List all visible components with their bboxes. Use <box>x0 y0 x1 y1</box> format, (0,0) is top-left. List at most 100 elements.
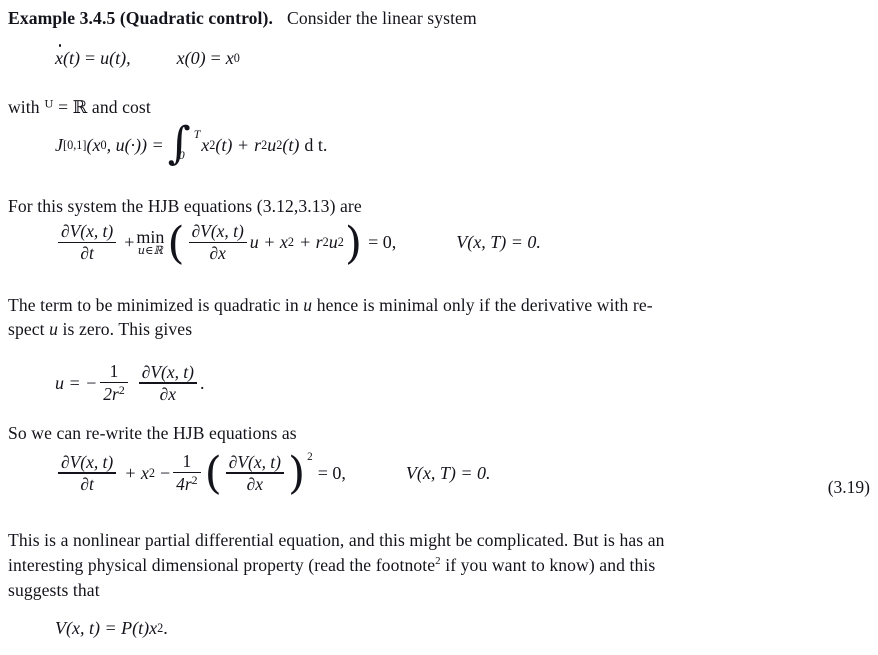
fraction-dV-dx: ∂V(x, t) ∂x <box>138 361 197 404</box>
right-paren: ) <box>287 448 306 500</box>
control-set-symbol: ᵁ <box>44 98 54 118</box>
integrand-x: x <box>201 134 210 155</box>
left-paren: ( <box>204 448 222 500</box>
equation-hjb: ∂V(x, t) ∂t + min u∈ℝ ( ∂V(x, t) ∂x u + … <box>55 217 541 269</box>
optimal-u-lhs: u = − <box>55 372 98 393</box>
example-heading: Example 3.4.5 (Quadratic control). Consi… <box>8 6 870 30</box>
nonlinear-text-b: if you want to know) and this <box>440 555 656 575</box>
x-dot-symbol: x <box>55 44 63 68</box>
min-operator: min u∈ℝ <box>136 228 164 256</box>
optimal-u-period: . <box>199 372 205 393</box>
hjb-terminal-condition: V(x, T) = 0. <box>456 231 541 252</box>
fraction-denominator: 2r2 <box>100 383 127 404</box>
minimized-text-b: hence is minimal only if the derivative … <box>312 295 653 315</box>
denominator-base: 2r <box>103 384 119 405</box>
paragraph-nonlinear-line2: interesting physical dimensional propert… <box>8 553 870 577</box>
minus-sign: − <box>159 462 171 483</box>
fraction-dV-dx: ∂V(x, t) ∂x <box>188 221 247 264</box>
equation-optimal-u: u = − 1 2r2 ∂V(x, t) ∂x . <box>55 362 204 404</box>
parenthesized-derivative-squared: ( ∂V(x, t) ∂x ) 2 <box>204 448 313 500</box>
right-paren: ) <box>344 217 363 269</box>
ansatz-period: . <box>163 618 168 638</box>
min-subscript: u∈ℝ <box>137 243 163 258</box>
minimized-var-u-2: u <box>49 319 59 339</box>
paragraph-minimized-line2: spect u is zero. This gives <box>8 317 870 341</box>
fraction-denominator: ∂t <box>80 243 94 264</box>
example-heading-text: Consider the linear system <box>287 8 477 28</box>
plus-sign: + <box>124 231 135 252</box>
hjb-u-exponent: 2 <box>337 234 344 249</box>
reals-symbol: ℝ <box>72 98 88 118</box>
equation-cost-functional: J [0,1] (x 0, u(·)) = ∫ T 0 x 2 (t) + r 2 u 2 (t… <box>55 121 328 166</box>
paragraph-rewrite-intro: So we can re-write the HJB equations as <box>8 423 297 443</box>
fraction-dV-dx: ∂V(x, t) ∂x <box>225 452 284 494</box>
cost-J-subscript: [0,1] <box>63 137 87 152</box>
denominator-exponent: 2 <box>118 383 125 398</box>
rewritten-equals-zero: = 0, <box>317 462 346 483</box>
denominator-exponent: 2 <box>191 473 198 488</box>
hjb-equals-zero: = 0, <box>368 231 397 252</box>
equals-sign: = <box>85 48 96 68</box>
paragraph-nonlinear-line3: suggests that <box>8 580 100 600</box>
minimized-text-c: spect <box>8 319 50 339</box>
denominator-base: 4r <box>176 474 192 495</box>
fraction-numerator: ∂V(x, t) <box>61 221 114 241</box>
initial-condition-lhs: x(0) <box>176 48 206 68</box>
with-cost-post: and cost <box>87 97 151 117</box>
fraction-one-over-4r2: 1 4r2 <box>173 451 201 494</box>
rewritten-x-exponent: 2 <box>148 465 155 480</box>
cost-args-rest: , u(·)) = <box>106 134 164 155</box>
fraction-numerator: 1 <box>109 361 119 381</box>
initial-condition-subscript: 0 <box>233 51 240 65</box>
fraction-denominator: ∂x <box>209 243 226 264</box>
hjb-plus-r: + r <box>299 231 323 252</box>
fraction-numerator: ∂V(x, t) <box>61 451 114 472</box>
paragraph-nonlinear-line1: This is a nonlinear partial differential… <box>8 530 665 550</box>
hjb-u-plus-x: u + x <box>249 231 288 252</box>
integral-lower-limit: 0 <box>178 148 185 163</box>
fraction-numerator: ∂V(x, t) <box>191 221 244 241</box>
ansatz-lhs: V(x, t) = P(t)x <box>55 618 158 638</box>
equation-system-dynamics: x (t) = u(t), x(0) = x0 <box>55 44 240 69</box>
equals-sign-2: = <box>210 48 221 68</box>
document-page: Example 3.4.5 (Quadratic control). Consi… <box>0 0 878 655</box>
rewritten-plus-x: + x <box>124 462 149 483</box>
example-heading-label: Example 3.4.5 (Quadratic control). <box>8 8 274 28</box>
minimized-var-u: u <box>303 295 313 315</box>
minimized-text-a: The term to be minimized is quadratic in <box>8 295 304 315</box>
equation-3-19: ∂V(x, t) ∂t + x2 − 1 4r2 ( ∂V(x, t) ∂x )… <box>55 448 491 500</box>
fraction-denominator: ∂x <box>246 473 264 494</box>
integrand-x-arg: (t) + <box>215 134 250 155</box>
rewritten-terminal-condition: V(x, T) = 0. <box>405 462 491 483</box>
system-rhs: u(t), <box>100 48 131 68</box>
fraction-denominator: ∂t <box>80 473 94 494</box>
with-cost-pre: with <box>8 97 45 117</box>
minimized-text-d: is zero. This gives <box>58 319 193 339</box>
fraction-numerator: 1 <box>182 451 192 471</box>
nonlinear-text-a: interesting physical dimensional propert… <box>8 555 436 575</box>
equation-number-3-19: (3.19) <box>827 477 870 497</box>
x-dot-arg: (t) <box>63 48 80 68</box>
left-paren: ( <box>167 217 185 269</box>
differential-dt: d t. <box>304 134 328 155</box>
cost-args-open: (x <box>86 134 101 155</box>
fraction-dV-dt: ∂V(x, t) ∂t <box>58 221 117 264</box>
integrand-u: u <box>267 134 277 155</box>
paragraph-with-cost: with ᵁ = ℝ and cost <box>8 95 870 120</box>
integrand-u-arg: (t) <box>282 134 300 155</box>
initial-condition-rhs: x <box>225 48 234 68</box>
equation-ansatz: V(x, t) = P(t)x 2. <box>55 618 168 639</box>
fraction-dV-dt: ∂V(x, t) ∂t <box>58 451 117 494</box>
hjb-u-term: u <box>328 231 338 252</box>
integral-upper-limit: T <box>193 127 201 142</box>
paragraph-minimized-line1: The term to be minimized is quadratic in… <box>8 293 870 317</box>
fraction-denominator: 4r2 <box>173 473 200 494</box>
integral-operator: ∫ T 0 <box>168 121 201 166</box>
fraction-numerator: ∂V(x, t) <box>141 361 194 382</box>
paragraph-for-this-system: For this system the HJB equations (3.12,… <box>8 196 362 216</box>
paren-exponent: 2 <box>307 450 313 463</box>
fraction-one-over-2r2: 1 2r2 <box>100 361 128 404</box>
with-cost-mid: = <box>53 97 73 117</box>
cost-J: J <box>55 134 63 155</box>
hjb-x-exponent: 2 <box>287 234 295 249</box>
